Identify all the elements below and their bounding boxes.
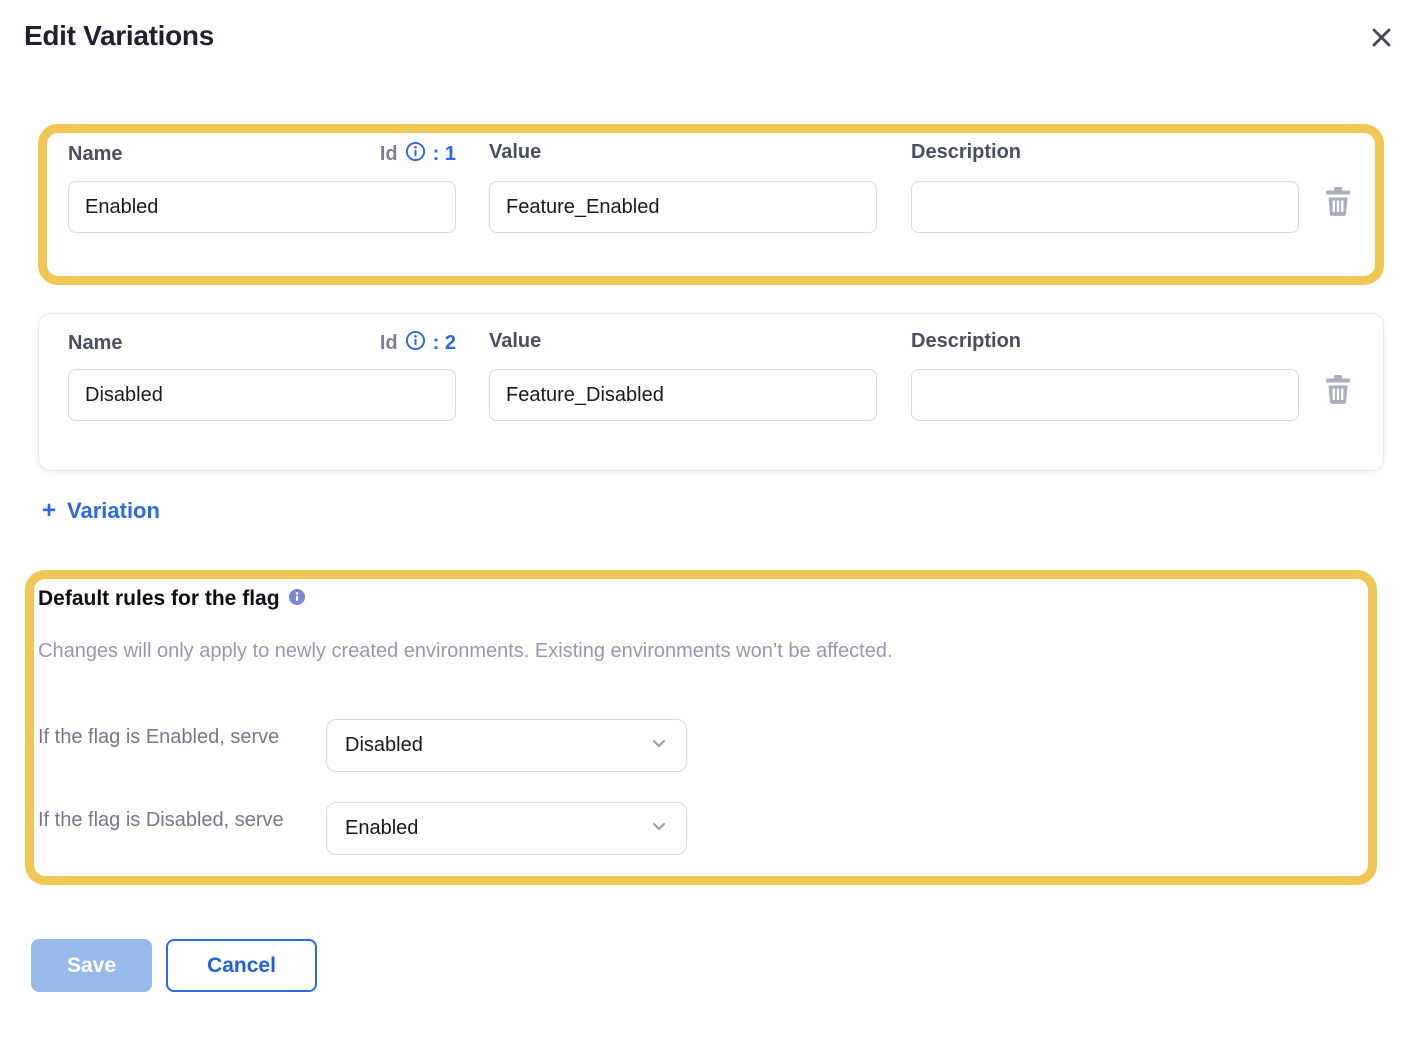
cancel-button[interactable]: Cancel <box>166 939 317 992</box>
id-value: : 2 <box>433 332 456 355</box>
description-label: Description <box>911 330 1021 353</box>
add-variation-label: Variation <box>67 498 160 524</box>
trash-icon <box>1325 375 1351 408</box>
id-label: Id <box>380 332 398 355</box>
variation-2-name-label-row: Name Id : 2 <box>68 330 456 356</box>
close-icon <box>1368 24 1395 54</box>
add-variation-button[interactable]: + Variation <box>42 498 160 524</box>
rule-1-select[interactable]: Disabled <box>326 719 687 772</box>
rule-2-selected-value: Enabled <box>345 817 418 840</box>
default-rules-heading-row: Default rules for the flag <box>38 587 305 611</box>
value-label: Value <box>489 141 541 164</box>
rule-1-selected-value: Disabled <box>345 734 423 757</box>
chevron-down-icon <box>650 817 668 840</box>
name-label: Name <box>68 332 122 355</box>
edit-variations-dialog: Edit Variations Name Id : 1 Value Descri… <box>0 0 1420 1038</box>
rule-2-label: If the flag is Disabled, serve <box>38 804 310 836</box>
name-label: Name <box>68 143 122 166</box>
id-value: : 1 <box>433 143 456 166</box>
variation-2-delete-button[interactable] <box>1322 374 1354 408</box>
close-button[interactable] <box>1364 22 1398 56</box>
info-filled-icon[interactable] <box>289 587 305 611</box>
default-rules-note: Changes will only apply to newly created… <box>38 640 893 663</box>
variation-2-id: Id : 2 <box>380 330 456 356</box>
value-label: Value <box>489 330 541 353</box>
trash-icon <box>1325 187 1351 220</box>
plus-icon: + <box>42 499 56 523</box>
variation-1-name-input[interactable] <box>68 181 456 233</box>
id-label: Id <box>380 143 398 166</box>
variation-2-description-input[interactable] <box>911 369 1299 421</box>
variation-1-id: Id : 1 <box>380 141 456 167</box>
default-rules-heading: Default rules for the flag <box>38 587 280 611</box>
info-icon[interactable] <box>405 330 426 356</box>
variation-1-value-input[interactable] <box>489 181 877 233</box>
description-label: Description <box>911 141 1021 164</box>
chevron-down-icon <box>650 734 668 757</box>
save-button[interactable]: Save <box>31 939 152 992</box>
rule-2-select[interactable]: Enabled <box>326 802 687 855</box>
variation-1-description-input[interactable] <box>911 181 1299 233</box>
variation-2-value-input[interactable] <box>489 369 877 421</box>
variation-2-name-input[interactable] <box>68 369 456 421</box>
variation-1-name-label-row: Name Id : 1 <box>68 141 456 167</box>
variation-1-delete-button[interactable] <box>1322 186 1354 220</box>
rule-1-label: If the flag is Enabled, serve <box>38 721 310 753</box>
page-title: Edit Variations <box>24 20 214 52</box>
info-icon[interactable] <box>405 141 426 167</box>
